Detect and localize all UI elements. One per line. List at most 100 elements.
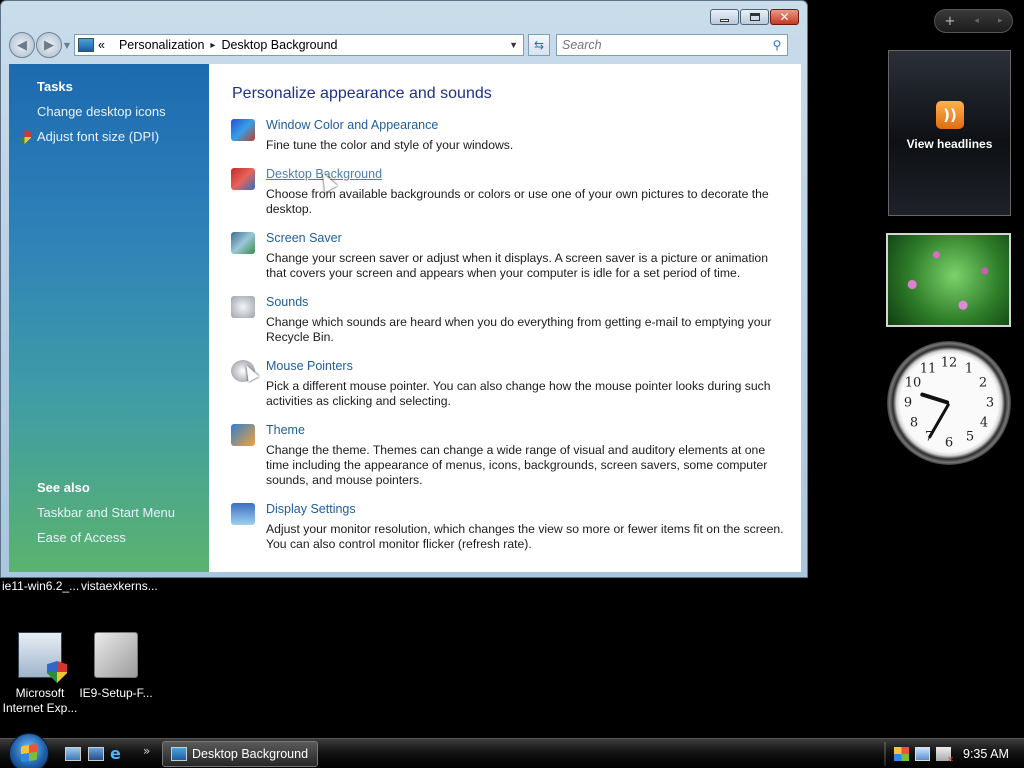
setup-package-icon <box>94 632 138 678</box>
prev-gadget-button[interactable]: ◂ <box>974 16 979 26</box>
search-icon[interactable]: ⚲ <box>767 38 787 52</box>
refresh-icon: ⇆ <box>533 38 545 52</box>
link-window-color[interactable]: Window Color and Appearance <box>266 118 438 132</box>
link-sounds[interactable]: Sounds <box>266 295 308 309</box>
show-desktop-icon[interactable] <box>65 747 81 761</box>
control-panel-icon <box>78 38 94 52</box>
tray-separator <box>884 742 886 766</box>
forward-arrow-icon: ▶ <box>44 37 54 53</box>
desc-desktop-background: Choose from available backgrounds or col… <box>266 187 769 216</box>
close-icon: ✕ <box>779 10 790 24</box>
desktop-icon-ie9-setup[interactable]: IE9-Setup-F... <box>76 632 156 701</box>
recent-pages-dropdown[interactable]: ▼ <box>62 41 72 50</box>
desc-window-color: Fine tune the color and style of your wi… <box>266 138 514 152</box>
see-also-heading: See also <box>37 480 90 495</box>
switch-windows-icon[interactable] <box>88 747 104 761</box>
clock-number: 3 <box>985 395 995 411</box>
tasks-heading: Tasks <box>37 79 73 94</box>
clock-number: 11 <box>919 361 937 377</box>
close-button[interactable]: ✕ <box>770 9 799 25</box>
clock-number: 6 <box>944 435 954 451</box>
desktop-file-label[interactable]: vistaexkerns... <box>81 579 158 593</box>
maximize-icon <box>749 13 760 21</box>
desktop-file-label[interactable]: ie11-win6.2_... <box>2 579 79 593</box>
clock-number: 8 <box>909 415 919 431</box>
network-icon[interactable] <box>915 747 930 761</box>
feed-headlines-gadget[interactable]: )) View headlines <box>888 50 1011 216</box>
task-change-desktop-icons[interactable]: Change desktop icons <box>37 104 166 119</box>
refresh-button[interactable]: ⇆ <box>528 34 550 56</box>
forward-button[interactable]: ▶ <box>36 32 62 58</box>
notification-area: 9:35 AM <box>884 739 1009 768</box>
task-adjust-font-size[interactable]: Adjust font size (DPI) <box>37 129 159 144</box>
volume-muted-icon[interactable] <box>936 747 954 764</box>
minimize-icon <box>720 18 729 22</box>
breadcrumb-overflow[interactable]: « <box>98 38 105 52</box>
desc-screen-saver: Change your screen saver or adjust when … <box>266 251 768 280</box>
quick-launch-overflow[interactable]: » <box>143 744 150 758</box>
clock-hour-hand <box>919 392 950 405</box>
slideshow-gadget[interactable] <box>886 233 1011 327</box>
desc-display-settings: Adjust your monitor resolution, which ch… <box>266 522 784 551</box>
taskbar: e » Desktop Background 9:35 AM <box>0 733 1024 768</box>
clock-number: 12 <box>940 355 958 371</box>
link-screen-saver[interactable]: Screen Saver <box>266 231 342 245</box>
caption-buttons: ✕ <box>710 9 799 25</box>
address-row: ◀ ▶ ▼ « Personalization ▸ Desktop Backgr… <box>9 31 799 59</box>
desktop-background-icon[interactable] <box>231 168 255 190</box>
clock-number: 2 <box>978 375 988 391</box>
internet-explorer-shortcut-icon <box>18 632 62 678</box>
screen-saver-icon[interactable] <box>231 232 255 254</box>
address-bar[interactable]: « Personalization ▸ Desktop Background ▼ <box>74 34 524 56</box>
taskbar-clock[interactable]: 9:35 AM <box>963 747 1009 761</box>
clock-number: 9 <box>903 395 913 411</box>
sounds-icon[interactable] <box>231 296 255 318</box>
taskbar-button-label: Desktop Background <box>192 747 309 761</box>
client-area: Tasks Change desktop icons Adjust font s… <box>9 64 801 572</box>
desktop-icon-internet-explorer[interactable]: Microsoft Internet Exp... <box>0 632 80 716</box>
next-gadget-button[interactable]: ▸ <box>998 16 1003 26</box>
sidebar-controls: + ◂ ▸ <box>934 9 1013 33</box>
maximize-button[interactable] <box>740 9 769 25</box>
address-dropdown-icon[interactable]: ▼ <box>509 40 518 50</box>
start-button[interactable] <box>9 733 49 768</box>
see-also-ease-of-access[interactable]: Ease of Access <box>37 530 126 545</box>
clock-number: 4 <box>979 415 989 431</box>
left-pane: Tasks Change desktop icons Adjust font s… <box>9 64 209 572</box>
main-pane: Personalize appearance and sounds Window… <box>209 64 801 572</box>
clock-number: 5 <box>965 429 975 445</box>
desktop-icon-label: IE9-Setup-F... <box>79 686 153 700</box>
desktop-icon-label: Microsoft Internet Exp... <box>2 686 78 715</box>
uac-shield-icon <box>18 130 31 144</box>
breadcrumb-desktop-background[interactable]: Desktop Background <box>221 38 337 52</box>
theme-icon[interactable] <box>231 424 255 446</box>
control-panel-icon <box>171 747 187 761</box>
clock-number: 1 <box>964 361 974 377</box>
add-gadget-button[interactable]: + <box>945 14 956 29</box>
clock-gadget[interactable]: 12 1 2 3 4 5 6 7 8 9 10 11 <box>887 341 1011 465</box>
search-input[interactable] <box>562 38 767 52</box>
desc-theme: Change the theme. Themes can change a wi… <box>266 443 768 487</box>
see-also-taskbar[interactable]: Taskbar and Start Menu <box>37 505 175 520</box>
desc-sounds: Change which sounds are heard when you d… <box>266 315 772 344</box>
desc-mouse-pointers: Pick a different mouse pointer. You can … <box>266 379 771 408</box>
link-display-settings[interactable]: Display Settings <box>266 502 356 516</box>
breadcrumb-personalization[interactable]: Personalization <box>119 38 204 52</box>
back-button[interactable]: ◀ <box>9 32 35 58</box>
taskbar-button-desktop-background[interactable]: Desktop Background <box>162 741 318 767</box>
minimize-button[interactable] <box>710 9 739 25</box>
link-theme[interactable]: Theme <box>266 423 305 437</box>
internet-explorer-icon[interactable]: e <box>110 746 126 762</box>
control-panel-window: ✕ ◀ ▶ ▼ « Personalization ▸ Desktop Back… <box>0 0 808 578</box>
windows-logo-icon <box>21 743 37 763</box>
page-title: Personalize appearance and sounds <box>232 85 492 102</box>
display-settings-icon[interactable] <box>231 503 255 525</box>
windows-flag-tray-icon[interactable] <box>894 747 909 761</box>
window-color-icon[interactable] <box>231 119 255 141</box>
view-headlines-label[interactable]: View headlines <box>889 137 1010 151</box>
link-mouse-pointers[interactable]: Mouse Pointers <box>266 359 353 373</box>
search-box[interactable]: ⚲ <box>556 34 788 56</box>
clock-minute-hand <box>927 402 951 439</box>
rss-icon: )) <box>936 101 964 129</box>
breadcrumb-separator-icon[interactable]: ▸ <box>210 40 215 51</box>
